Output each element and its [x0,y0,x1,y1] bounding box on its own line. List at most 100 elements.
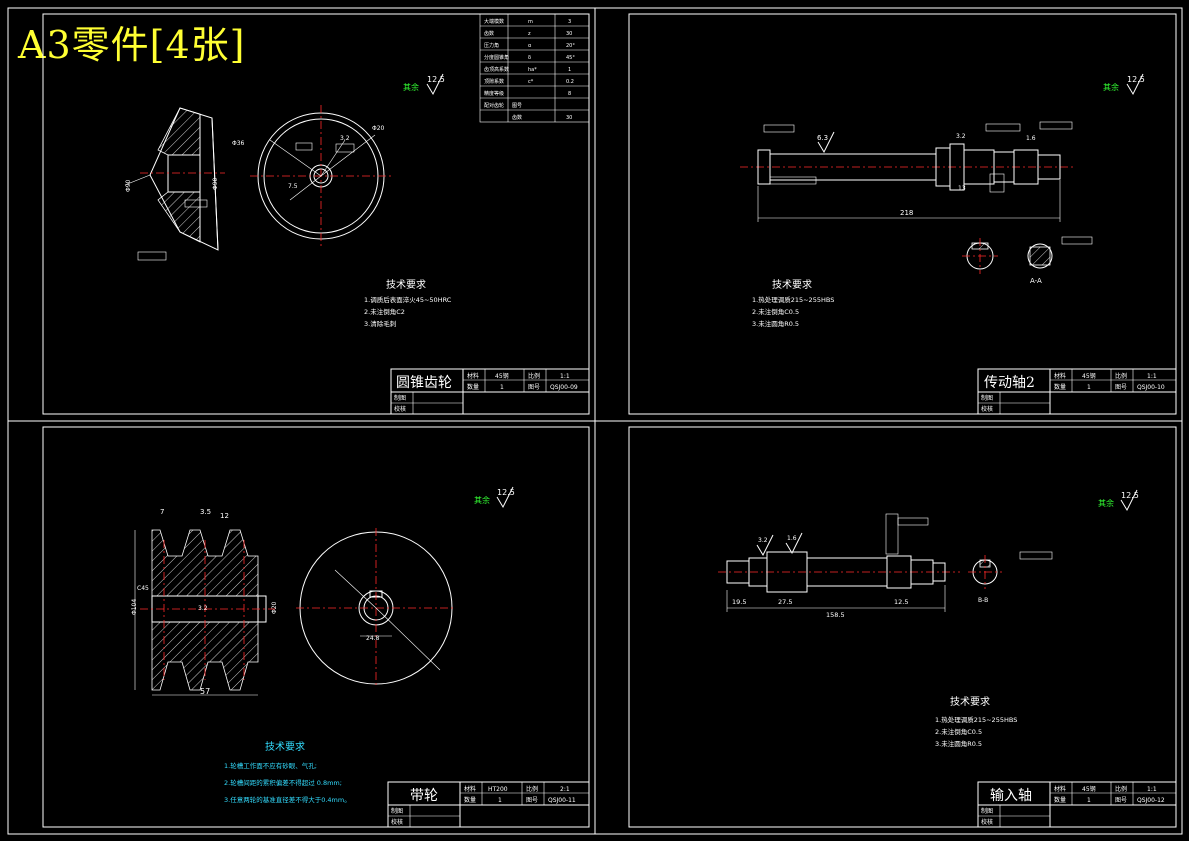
param-r7-sym: 图号 [512,103,522,109]
gear-drafter-label: 制图 [394,394,406,402]
gear-material: 45钢 [495,372,509,380]
pulley-roughness-other: 其余 [474,495,490,505]
param-r4-sym: ha* [528,67,537,73]
shaft2-roughness-value: 12.5 [1127,75,1145,84]
shaft2-material: 45钢 [1082,372,1096,380]
input-scale-label: 比例 [1115,785,1127,793]
gear-drawing-no: QSJ00-09 [550,384,578,391]
input-roughness-value: 12.5 [1121,491,1139,500]
gear-param-table: 大端模数 m 3 齿数 z 30 压力角 α 20° 分度圆锥角 δ 45° 齿… [479,13,590,123]
shaft2-dim-16: 1.6 [1026,135,1036,142]
param-r4-name: 齿顶高系数 [484,66,509,73]
shaft2-qty: 1 [1087,384,1091,391]
shaft2-section-label: A-A [1030,277,1042,285]
gear-dim-phi90: Φ90 [212,177,219,190]
gear-roughness-value: 12.5 [427,75,445,84]
shaft2-checker-label: 校核 [981,405,993,413]
shaft2-qty-label: 数量 [1054,383,1066,391]
pulley-req-3: 3.任意两轮的基准直径差不得大于0.4mm。 [224,795,351,804]
shaft2-scale-label: 比例 [1115,372,1127,380]
frame-input-shaft [628,426,1177,828]
input-req-2: 2.未注倒角C0.5 [935,727,982,736]
gear-dim-phi20: Φ20 [372,125,385,132]
param-r0-val: 3 [568,19,571,25]
input-dim-16: 1.6 [787,535,797,542]
param-r3-name: 分度圆锥角 [484,54,509,61]
shaft2-drawing-no: QSJ00-10 [1137,384,1165,391]
pulley-dim-c45: C45 [137,585,149,592]
param-r3-val: 45° [566,55,575,61]
shaft2-section-view: A-A [962,236,1093,285]
pulley-dim-7: 7 [160,508,164,516]
pulley-material: HT200 [488,786,508,793]
input-dim-195: 19.5 [732,598,746,606]
pulley-section-view: 57 7 3.5 12 3.2 C45 Φ104 Φ20 [131,508,278,696]
pulley-dim-phi20: Φ20 [271,601,278,614]
sheet-shaft2: 其余 12.5 218 6.3 3.2 1.6 13 A-A 技术要求 1.热处… [740,73,1177,415]
shaft2-req-2: 2.未注倒角C0.5 [752,307,799,316]
param-r0-name: 大端模数 [484,18,504,25]
param-r1-name: 齿数 [484,30,494,37]
param-r4-val: 1 [568,67,571,73]
shaft2-dim-63: 6.3 [817,134,828,142]
gear-dim-32: 3.2 [340,135,350,142]
gear-dim-1: Φ90 [125,179,132,192]
input-req-3: 3.未注圆角R0.5 [935,739,982,748]
gear-dim-phi36: Φ36 [232,140,245,147]
shaft2-roughness-other: 其余 [1103,82,1119,92]
param-r6-name: 精度等级 [484,90,504,97]
gear-material-label: 材料 [467,372,479,380]
pulley-req-1: 1.轮槽工作面不应有砂眼、气孔; [224,761,317,770]
pulley-drawing-no: QSJ00-11 [548,797,576,804]
input-scale: 1:1 [1147,786,1157,793]
input-qty-label: 数量 [1054,796,1066,804]
shaft2-scale: 1:1 [1147,373,1157,380]
param-r2-name: 压力角 [484,42,499,49]
shaft2-part-name: 传动轴2 [984,375,1035,391]
sheet-bevel-gear: 大端模数 m 3 齿数 z 30 压力角 α 20° 分度圆锥角 δ 45° 齿… [124,13,590,415]
shaft2-drafter-label: 制图 [981,394,993,402]
shaft2-dim-32: 3.2 [956,133,966,140]
gear-part-name: 圆锥齿轮 [396,375,452,391]
gear-req-2: 2.未注倒角C2 [364,307,405,316]
gear-req-3: 3.清除毛刺 [364,319,396,328]
drawing-canvas: 大端模数 m 3 齿数 z 30 压力角 α 20° 分度圆锥角 δ 45° 齿… [7,7,1183,835]
input-drawing-no-label: 图号 [1115,797,1127,804]
input-checker-label: 校核 [981,818,993,826]
pulley-req-title: 技术要求 [265,740,305,753]
param-r3-sym: δ [528,55,531,61]
gear-checker-label: 校核 [394,405,406,413]
gear-req-1: 1.调质后表面淬火45~50HRC [364,295,452,304]
shaft2-dim-13: 13 [958,185,966,192]
shaft2-req-3: 3.未注圆角R0.5 [752,319,799,328]
pulley-drafter-label: 制图 [391,807,403,815]
shaft2-material-label: 材料 [1054,372,1066,380]
gear-qty-label: 数量 [467,383,479,391]
pulley-front-view: 24.8 [296,528,456,688]
pulley-drawing-no-label: 图号 [526,797,538,804]
pulley-qty-label: 数量 [464,796,476,804]
shaft2-req-title: 技术要求 [772,278,812,291]
input-material-label: 材料 [1054,785,1066,793]
gear-req-title: 技术要求 [386,278,426,291]
gear-section-view: Φ90 Φ90 [124,107,225,261]
input-shaft-section-view: B-B [968,551,1053,604]
pulley-dim-35: 3.5 [200,508,211,516]
gear-qty: 1 [500,384,504,391]
param-r5-val: 0.2 [566,79,574,85]
pulley-checker-label: 校核 [391,818,403,826]
param-r8-val: 30 [566,115,572,121]
pulley-material-label: 材料 [464,785,476,793]
pulley-dim-phi104: Φ104 [131,599,138,615]
param-r0-sym: m [528,19,533,25]
input-qty: 1 [1087,797,1091,804]
input-dim-125: 12.5 [894,598,908,606]
input-req-title: 技术要求 [950,695,990,708]
pulley-scale: 2:1 [560,786,570,793]
input-title-block: 输入轴 材料 45钢 比例 1:1 数量 1 图号 QSJ00-12 制图 校核 [977,781,1177,828]
gear-dim-75: 7.5 [288,183,298,190]
gear-scale-label: 比例 [528,372,540,380]
input-drafter-label: 制图 [981,807,993,815]
pulley-dim-32: 3.2 [198,605,208,612]
shaft2-req-1: 1.热处理调质215~255HBS [752,295,834,304]
